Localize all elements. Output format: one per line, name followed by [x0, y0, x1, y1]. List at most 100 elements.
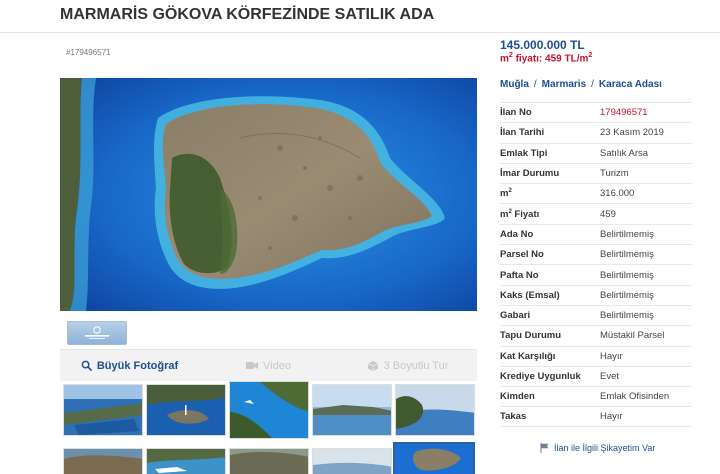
detail-row-block-no: Ada No Belirtilmemiş [500, 223, 692, 244]
detail-row-property-type: Emlak Tipi Satılık Arsa [500, 142, 692, 163]
detail-value: Müstakil Parsel [600, 330, 665, 342]
detail-value: 23 Kasım 2019 [600, 127, 664, 139]
thumbnail-image [230, 382, 308, 438]
thumbnail-image [64, 449, 142, 474]
detail-row-from-whom: Kimden Emlak Ofisinden [500, 386, 692, 406]
thumbnail-image [230, 449, 308, 474]
cube-icon [367, 360, 378, 371]
detail-label: İlan Tarihi [500, 127, 545, 139]
unit-price-text: fiyatı: 459 TL/m [512, 53, 589, 65]
thumbnail-image [313, 449, 391, 474]
detail-label: Ada No [500, 228, 534, 240]
detail-value: Belirtilmemiş [600, 289, 654, 301]
detail-label: Gabari [500, 310, 531, 322]
detail-label-suffix: Fiyatı [511, 208, 540, 220]
detail-label: Parsel No [500, 249, 544, 261]
thumbnail[interactable] [146, 448, 226, 474]
detail-value: 459 [600, 208, 616, 220]
detail-value: Belirtilmemiş [600, 310, 654, 322]
video-camera-icon [246, 362, 259, 369]
agency-logo[interactable] [67, 321, 127, 345]
breadcrumb-district[interactable]: Marmaris [542, 79, 586, 90]
tab-3d-tour: 3 Boyutlu Tur [338, 350, 477, 381]
detail-value: Hayır [600, 350, 623, 362]
detail-value: 179496571 [600, 107, 648, 119]
detail-row-flat-exchange: Kat Karşılığı Hayır [500, 345, 692, 366]
detail-label: Krediye Uygunluk [500, 371, 581, 382]
tab-large-photo[interactable]: Büyük Fotoğraf [60, 350, 199, 381]
detail-label: Takas [500, 411, 527, 423]
thumbnail-gallery [60, 381, 477, 474]
price: 145.000.000 TL [500, 38, 585, 52]
detail-label: Kat Karşılığı [500, 350, 556, 362]
detail-label: m2 Fiyatı [500, 209, 600, 220]
island-aerial-image [60, 78, 477, 311]
thumbnail[interactable] [63, 448, 143, 474]
thumbnail-image [396, 385, 474, 435]
detail-label: İlan No [500, 107, 532, 119]
detail-value: 316.000 [600, 188, 635, 200]
detail-value: Turizm [600, 168, 629, 180]
listing-id-small: #179496571 [66, 48, 111, 57]
tab-video-label: Video [263, 359, 291, 372]
unit-price-sup2: 2 [588, 52, 593, 59]
detail-row-area: m2 316.000 [500, 183, 692, 203]
detail-label: Kimden [500, 391, 535, 403]
unit-price: m2 fiyatı: 459 TL/m2 [500, 52, 592, 64]
detail-value: Belirtilmemiş [600, 228, 654, 240]
main-photo[interactable] [60, 78, 477, 311]
detail-row-listing-date: İlan Tarihi 23 Kasım 2019 [500, 122, 692, 142]
breadcrumb-neighborhood[interactable]: Karaca Adası [599, 79, 662, 90]
title-divider [0, 32, 720, 33]
complaint-link-label: İlan ile İlgili Şikayetim Var [554, 443, 656, 453]
unit-price-prefix: m [500, 53, 509, 65]
detail-row-unit-price: m2 Fiyatı 459 [500, 203, 692, 223]
detail-row-zoning: İmar Durumu Turizm [500, 162, 692, 183]
tab-large-photo-label: Büyük Fotoğraf [96, 359, 179, 372]
media-tabs: Büyük Fotoğraf Video 3 Boyutlu Tur [60, 349, 477, 381]
thumbnail[interactable] [395, 384, 475, 436]
detail-label-sup: 2 [508, 188, 512, 195]
thumbnail[interactable] [312, 384, 392, 436]
thumbnail-selected[interactable] [393, 442, 475, 474]
detail-row-credit-eligibility: Krediye Uygunluk Evet [500, 365, 692, 386]
detail-row-swap: Takas Hayır [500, 406, 692, 427]
thumbnail[interactable] [229, 381, 309, 439]
page-title: MARMARİS GÖKOVA KÖRFEZİNDE SATILIK ADA [60, 6, 435, 23]
detail-value: Hayır [600, 411, 623, 423]
detail-row-deed-status: Tapu Durumu Müstakil Parsel [500, 325, 692, 345]
thumbnail[interactable] [229, 448, 309, 474]
detail-value: Emlak Ofisinden [600, 391, 670, 403]
tab-3d-tour-label: 3 Boyutlu Tur [383, 359, 449, 372]
detail-row-sheet-no: Pafta No Belirtilmemiş [500, 264, 692, 284]
thumbnail-image [313, 385, 391, 435]
detail-value: Belirtilmemiş [600, 269, 654, 281]
breadcrumb-separator: / [533, 79, 537, 90]
breadcrumb-city[interactable]: Muğla [500, 79, 529, 90]
detail-value: Satılık Arsa [600, 147, 649, 159]
thumbnail[interactable] [146, 384, 226, 436]
breadcrumb-separator: / [591, 79, 594, 90]
detail-value: Belirtilmemiş [600, 249, 654, 261]
listing-details-table: İlan No 179496571 İlan Tarihi 23 Kasım 2… [500, 102, 692, 427]
magnifier-icon [81, 360, 92, 371]
complaint-link[interactable]: İlan ile İlgili Şikayetim Var [540, 443, 655, 453]
thumbnail[interactable] [312, 448, 392, 474]
thumbnail[interactable] [63, 384, 143, 436]
detail-label: İmar Durumu [500, 168, 560, 180]
detail-label: Tapu Durumu [500, 330, 562, 342]
detail-label: Emlak Tipi [500, 147, 548, 159]
thumbnail-image [395, 444, 473, 474]
detail-row-listing-no: İlan No 179496571 [500, 102, 692, 122]
tab-video: Video [199, 350, 338, 381]
detail-label: m2 [500, 188, 600, 199]
detail-label: Pafta No [500, 269, 539, 281]
detail-label: Kaks (Emsal) [500, 289, 560, 301]
thumbnail-image [147, 385, 225, 435]
thumbnail-image [147, 449, 225, 474]
detail-value: Evet [600, 371, 620, 382]
detail-row-kaks: Kaks (Emsal) Belirtilmemiş [500, 284, 692, 305]
agency-logo-icon [85, 326, 109, 339]
location-breadcrumb: Muğla / Marmaris / Karaca Adası [500, 79, 662, 90]
flag-icon [540, 443, 549, 453]
